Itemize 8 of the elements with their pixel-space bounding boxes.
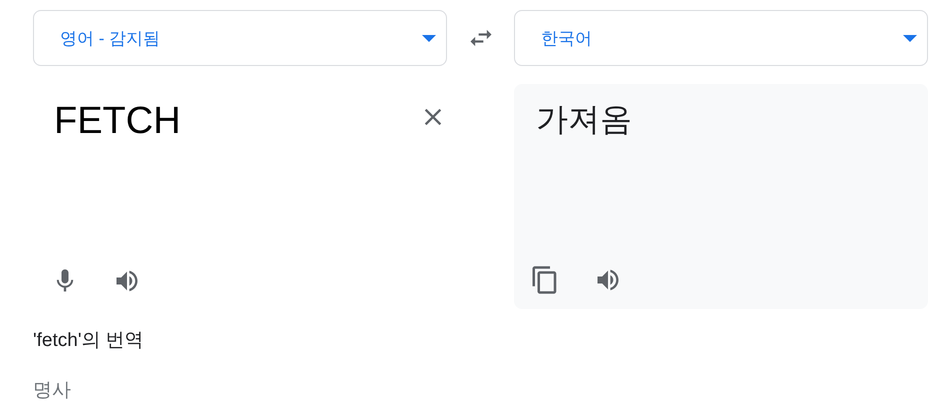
target-language-dropdown[interactable]: 한국어 xyxy=(514,10,928,66)
caret-icon xyxy=(903,34,917,42)
translation-heading: 'fetch'의 번역 xyxy=(33,329,145,353)
source-language-dropdown[interactable]: 영어 - 감지됨 xyxy=(33,10,447,66)
part-of-speech-label: 명사 xyxy=(33,379,72,403)
caret-icon xyxy=(422,34,436,42)
translated-text: 가져옴 xyxy=(535,100,633,139)
source-text-field[interactable]: FETCH xyxy=(33,84,394,143)
